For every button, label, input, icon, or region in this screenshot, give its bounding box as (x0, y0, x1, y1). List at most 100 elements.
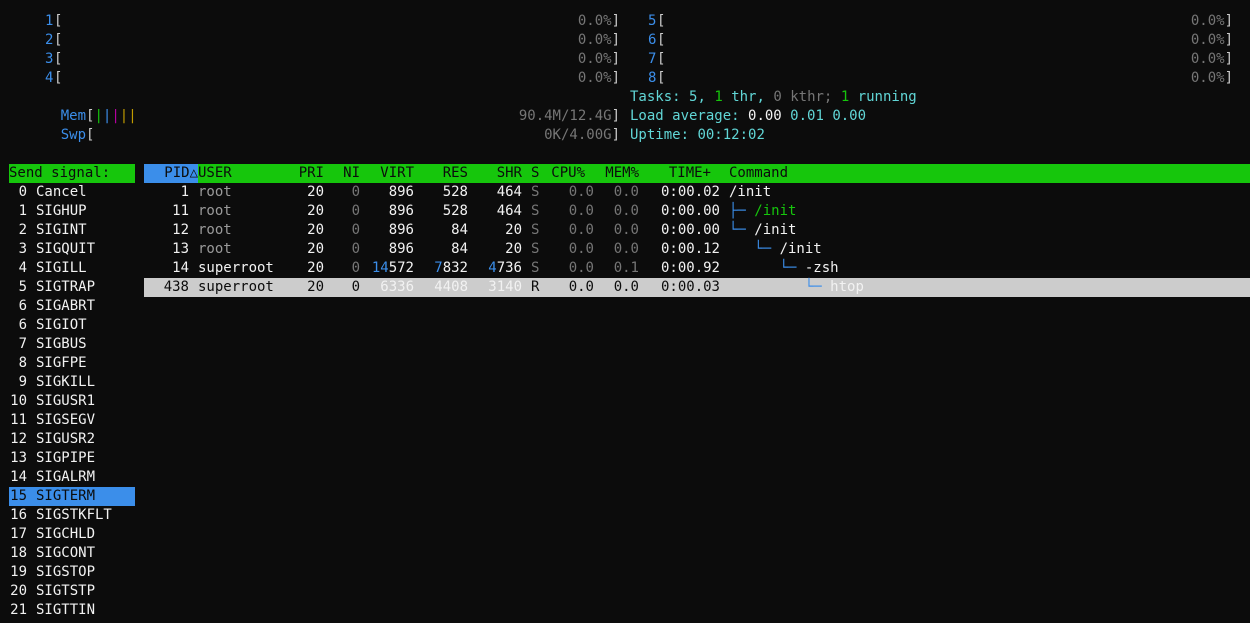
cpu-meter-value: 0.0%] (300, 31, 620, 50)
mem-bar-used: | (94, 108, 103, 124)
user-cell: superroot (198, 260, 274, 276)
signal-item[interactable]: 3 SIGQUIT (9, 240, 135, 259)
signal-name: SIGTRAP (36, 279, 96, 295)
signal-item[interactable]: 4 SIGILL (9, 259, 135, 278)
cpu-bracket-close: ] (611, 70, 620, 86)
signal-item[interactable]: 12 SIGUSR2 (9, 430, 135, 449)
state-cell: R (531, 279, 540, 295)
load-average: Load average: 0.00 0.01 0.00 (630, 108, 867, 124)
shr-thousands: 4 (488, 260, 497, 276)
command-name: /init (754, 203, 797, 219)
cpu-number: 1 (45, 13, 54, 29)
signal-item[interactable]: 15 SIGTERM (9, 487, 135, 506)
signal-number: 7 (18, 336, 27, 352)
signal-name: SIGCONT (36, 545, 96, 561)
cpu-number: 6 (648, 32, 657, 48)
signal-item[interactable]: 18 SIGCONT (9, 544, 135, 563)
signal-name: SIGUSR2 (36, 431, 96, 447)
column-pri[interactable]: PRI (288, 164, 324, 183)
pri-cell: 20 (307, 241, 324, 257)
signal-item[interactable]: 2 SIGINT (9, 221, 135, 240)
signal-item[interactable]: 11 SIGSEGV (9, 411, 135, 430)
pid-cell: 11 (172, 203, 189, 219)
virt-units: 896 (388, 222, 414, 238)
column-shr[interactable]: SHR (477, 164, 522, 183)
signal-item[interactable]: 13 SIGPIPE (9, 449, 135, 468)
cpu-bracket-open: [ (657, 32, 666, 48)
process-row[interactable]: 1 root 20 0 S 0.0 0.0 0:00.02 896 528 464/init (144, 183, 1250, 202)
column-mem[interactable]: MEM% (594, 164, 639, 183)
process-row[interactable]: 14 superroot 20 0 S 0.0 0.1 0:00.92 14572 7832 473… (144, 259, 1250, 278)
signal-item[interactable]: 8 SIGFPE (9, 354, 135, 373)
process-row[interactable]: 13 root 20 0 S 0.0 0.0 0:00.12 896 84 20 └─ /init (144, 240, 1250, 259)
signal-number: 15 (10, 488, 27, 504)
column-pid[interactable]: PID△ (144, 164, 198, 183)
time-cell: 0:00.02 (660, 184, 720, 200)
command-name: htop (830, 279, 864, 295)
signal-item[interactable]: 1 SIGHUP (9, 202, 135, 221)
signal-item[interactable]: 20 SIGTSTP (9, 582, 135, 601)
res-cell: 7832 (423, 259, 468, 278)
res-units: 84 (451, 241, 468, 257)
pri-cell: 20 (307, 222, 324, 238)
uptime: Uptime: 00:12:02 (630, 127, 765, 143)
pid-cell: 14 (172, 260, 189, 276)
state-cell: S (531, 241, 540, 257)
cpu-bracket-open: [ (54, 51, 63, 67)
column-command[interactable]: Command (729, 164, 788, 183)
column-time[interactable]: TIME+ (648, 164, 711, 183)
cpu-meter-value: 0.0%] (300, 12, 620, 31)
column-state[interactable]: S (531, 164, 539, 183)
signal-name: SIGILL (36, 260, 87, 276)
column-virt[interactable]: VIRT (369, 164, 414, 183)
signal-item[interactable]: 14 SIGALRM (9, 468, 135, 487)
shr-units: 464 (496, 203, 522, 219)
signal-item[interactable]: 5 SIGTRAP (9, 278, 135, 297)
pid-cell: 438 (163, 279, 189, 295)
signal-item[interactable]: 19 SIGSTOP (9, 563, 135, 582)
cpu-bracket-open: [ (657, 70, 666, 86)
user-cell: root (198, 184, 232, 200)
signal-name: SIGHUP (36, 203, 87, 219)
signal-name: SIGSTOP (36, 564, 96, 580)
signal-number: 20 (10, 583, 27, 599)
cpu-number: 5 (648, 13, 657, 29)
signal-name: SIGTSTP (36, 583, 96, 599)
res-units: 832 (442, 260, 468, 276)
column-cpu[interactable]: CPU% (540, 164, 585, 183)
time-cell: 0:00.00 (660, 222, 720, 238)
virt-units: 572 (388, 260, 414, 276)
signal-name: SIGABRT (36, 298, 96, 314)
signal-item[interactable]: 21 SIGTTIN (9, 601, 135, 620)
ni-cell: 0 (351, 203, 360, 219)
signal-item[interactable]: 0 Cancel (9, 183, 135, 202)
signal-item[interactable]: 9 SIGKILL (9, 373, 135, 392)
column-ni[interactable]: NI (333, 164, 360, 183)
signal-item[interactable]: 6 SIGABRT (9, 297, 135, 316)
signal-number: 19 (10, 564, 27, 580)
signal-item[interactable]: 7 SIGBUS (9, 335, 135, 354)
column-user[interactable]: USER (198, 164, 232, 183)
column-res[interactable]: RES (423, 164, 468, 183)
cpu-number: 7 (648, 51, 657, 67)
process-row[interactable]: 438 superroot 20 0 R 0.0 0.0 0:00.03 6336 4408 314… (144, 278, 1250, 297)
mem-cell: 0.0 (613, 222, 639, 238)
shr-cell: 3140 (477, 278, 522, 297)
command-cell: ├─ /init (729, 202, 796, 221)
signal-item[interactable]: 10 SIGUSR1 (9, 392, 135, 411)
signal-number: 16 (10, 507, 27, 523)
shr-cell: 464 (477, 183, 522, 202)
state-cell: S (531, 184, 540, 200)
process-row[interactable]: 12 root 20 0 S 0.0 0.0 0:00.00 896 84 20 └─ /init (144, 221, 1250, 240)
signal-item[interactable]: 16 SIGSTKFLT (9, 506, 135, 525)
pid-cell: 12 (172, 222, 189, 238)
cpu-percent: 0.0% (1190, 13, 1225, 29)
signal-item[interactable]: 6 SIGIOT (9, 316, 135, 335)
process-row[interactable]: 11 root 20 0 S 0.0 0.0 0:00.00 896 528 464 ├─ /init (144, 202, 1250, 221)
shr-cell: 20 (477, 240, 522, 259)
res-cell: 84 (423, 221, 468, 240)
cpu-percent: 0.0% (577, 51, 612, 67)
shr-units: 464 (496, 184, 522, 200)
cpu-bracket-open: [ (54, 32, 63, 48)
signal-item[interactable]: 17 SIGCHLD (9, 525, 135, 544)
